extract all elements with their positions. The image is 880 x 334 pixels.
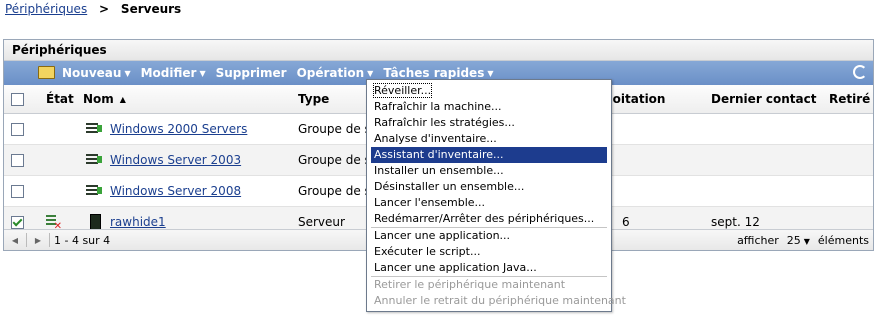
- chevron-down-icon: ▼: [367, 68, 374, 78]
- menu-item-launch-application[interactable]: Lancer une application...: [367, 228, 611, 244]
- page-size-unit: éléments: [817, 233, 869, 247]
- row-checkbox[interactable]: [11, 153, 24, 167]
- pager-divider: [26, 233, 27, 247]
- breadcrumb-separator: >: [99, 2, 110, 16]
- breadcrumb-current: Serveurs: [120, 2, 182, 16]
- server-group-icon: [86, 153, 102, 167]
- refresh-icon[interactable]: [853, 65, 867, 79]
- column-header-nom[interactable]: Nom ▲: [83, 85, 126, 113]
- column-header-etat[interactable]: État: [46, 85, 74, 113]
- row-checkbox[interactable]: [11, 122, 24, 136]
- server-group-icon: [86, 184, 102, 198]
- operation-menu-button[interactable]: Opération ▼: [297, 66, 374, 80]
- menu-item-launch-java-application[interactable]: Lancer une application Java...: [367, 260, 611, 276]
- pager-summary: 1 - 4 sur 4: [54, 233, 111, 247]
- quick-tasks-dropdown: Réveiller... Rafraîchir la machine... Ra…: [366, 79, 626, 312]
- delete-button[interactable]: Supprimer: [216, 66, 287, 80]
- menu-item-inventory-scan[interactable]: Analyse d'inventaire...: [367, 131, 611, 147]
- menu-item-inventory-wizard[interactable]: Assistant d'inventaire...: [371, 147, 607, 163]
- menu-item-refresh-policies[interactable]: Rafraîchir les stratégies...: [367, 115, 611, 131]
- next-page-icon[interactable]: ▶: [31, 236, 45, 245]
- new-menu-button[interactable]: Nouveau ▼: [62, 66, 131, 80]
- pager-divider: [49, 233, 50, 247]
- edit-menu-button[interactable]: Modifier ▼: [141, 66, 206, 80]
- page-size-select[interactable]: 25 ▼: [787, 234, 810, 247]
- breadcrumb-devices-link[interactable]: Périphériques: [5, 2, 87, 16]
- device-type: Groupe de s: [298, 122, 371, 136]
- menu-item-launch-bundle[interactable]: Lancer l'ensemble...: [367, 195, 611, 211]
- menu-item-retire-device: Retirer le périphérique maintenant: [374, 278, 566, 291]
- device-name-link[interactable]: rawhide1: [110, 215, 166, 229]
- panel-title: Périphériques: [4, 40, 873, 61]
- menu-item-install-bundle[interactable]: Installer un ensemble...: [367, 163, 611, 179]
- menu-item-wake[interactable]: Réveiller...: [367, 83, 611, 99]
- menu-item-unretire-device: Annuler le retrait du périphérique maint…: [374, 294, 626, 307]
- chevron-down-icon: ▼: [803, 236, 810, 246]
- server-icon: [90, 213, 101, 231]
- page-size-label: afficher: [737, 233, 779, 247]
- chevron-down-icon: ▼: [199, 68, 206, 78]
- select-all-checkbox[interactable]: [11, 92, 24, 106]
- server-group-icon: [86, 122, 102, 136]
- sort-ascending-icon: ▲: [119, 94, 126, 104]
- row-checkbox-checked[interactable]: [11, 215, 24, 229]
- breadcrumb: Périphériques > Serveurs: [5, 2, 181, 16]
- device-name-link[interactable]: Windows Server 2003: [110, 153, 241, 167]
- menu-item-refresh-machine[interactable]: Rafraîchir la machine...: [367, 99, 611, 115]
- menu-item-restart-shutdown[interactable]: Redémarrer/Arrêter des périphériques...: [367, 211, 611, 227]
- device-name-link[interactable]: Windows Server 2008: [110, 184, 241, 198]
- device-name-link[interactable]: Windows 2000 Servers: [110, 122, 247, 136]
- column-header-last-contact[interactable]: Dernier contact: [711, 85, 817, 113]
- column-header-type[interactable]: Type: [298, 85, 329, 113]
- menu-item-run-script[interactable]: Exécuter le script...: [367, 244, 611, 260]
- chevron-down-icon: ▼: [487, 68, 494, 78]
- row-checkbox[interactable]: [11, 184, 24, 198]
- device-type: Groupe de s: [298, 153, 371, 167]
- column-header-retired[interactable]: Retiré: [829, 85, 870, 113]
- chevron-down-icon: ▼: [124, 68, 131, 78]
- device-status-error-icon: [46, 214, 62, 232]
- device-type: Groupe de s: [298, 184, 371, 198]
- menu-item-uninstall-bundle[interactable]: Désinstaller un ensemble...: [367, 179, 611, 195]
- quick-tasks-menu-button[interactable]: Tâches rapides ▼: [383, 66, 493, 80]
- previous-page-icon[interactable]: ◀: [8, 236, 22, 245]
- folder-icon[interactable]: [38, 66, 55, 79]
